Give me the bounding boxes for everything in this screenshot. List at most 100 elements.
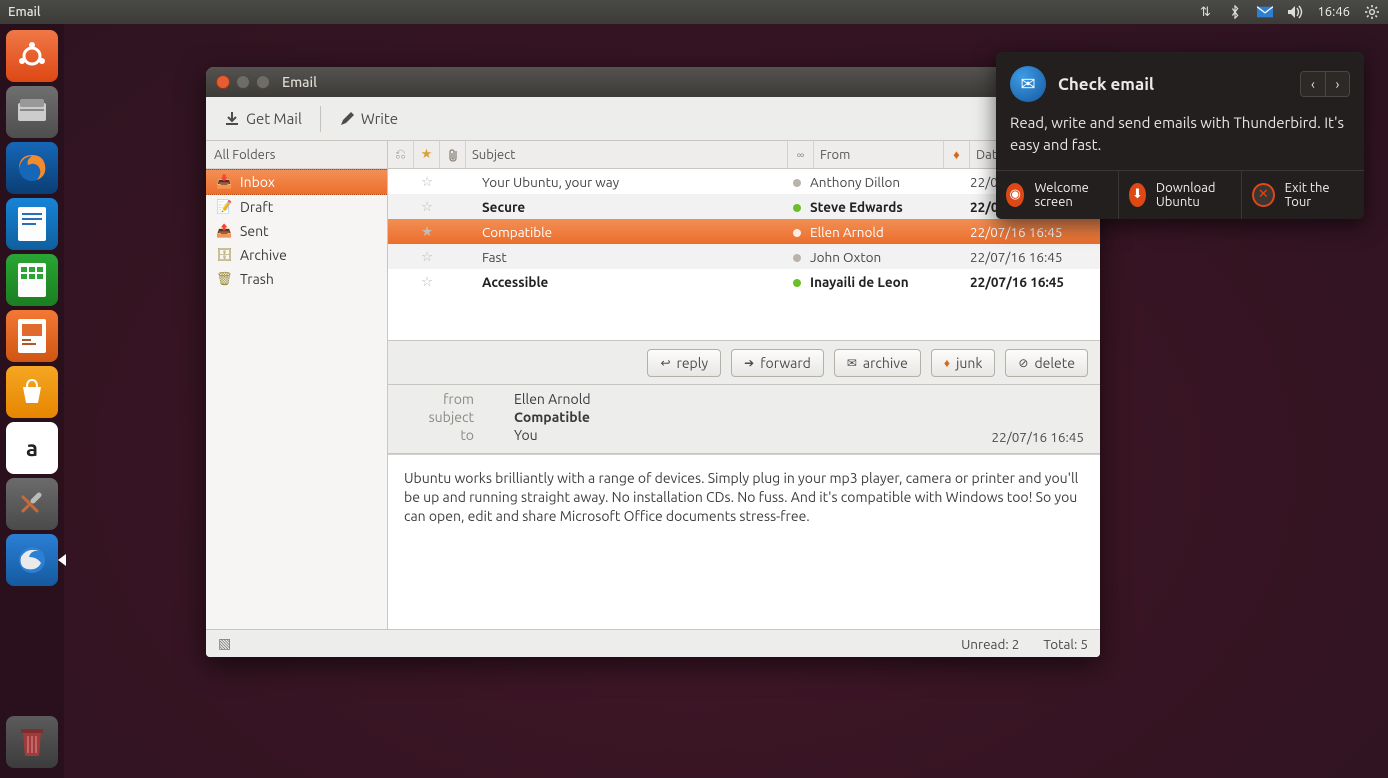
- preview-pane: fromEllen Arnold subjectCompatible toYou…: [388, 385, 1100, 629]
- archive-button[interactable]: ✉archive: [834, 349, 921, 377]
- minimize-button[interactable]: [236, 75, 250, 89]
- folder-icon: 📥: [216, 175, 232, 190]
- action-bar: ↩reply ➔forward ✉archive ♦junk ⊘delete: [388, 341, 1100, 385]
- firefox-icon[interactable]: [6, 142, 58, 194]
- star-col-icon[interactable]: ★: [414, 141, 440, 168]
- folder-archive[interactable]: 🗄Archive: [206, 243, 387, 267]
- star-icon[interactable]: ☆: [388, 198, 440, 215]
- volume-icon[interactable]: [1287, 5, 1303, 19]
- system-tray: ⇅ 16:46: [1197, 5, 1380, 20]
- row-subject: Your Ubuntu, your way: [466, 174, 784, 190]
- folder-label: Trash: [240, 271, 274, 287]
- active-indicator-icon: [58, 554, 66, 566]
- folder-label: Sent: [240, 223, 269, 239]
- settings-icon[interactable]: [6, 478, 58, 530]
- mail-indicator-icon[interactable]: [1257, 6, 1273, 18]
- trash-icon[interactable]: [6, 716, 58, 768]
- folder-label: Archive: [240, 247, 287, 263]
- row-subject: Fast: [466, 249, 784, 265]
- row-subject: Secure: [466, 199, 784, 215]
- row-from: Anthony Dillon: [810, 174, 940, 190]
- thunderbird-icon[interactable]: [6, 534, 58, 586]
- files-icon[interactable]: [6, 86, 58, 138]
- thunderbird-badge-icon: ✉: [1010, 66, 1046, 102]
- mail-row[interactable]: ☆Your Ubuntu, your wayAnthony Dillon22/0…: [388, 169, 1100, 194]
- star-icon[interactable]: ☆: [388, 173, 440, 190]
- window-titlebar[interactable]: Email: [206, 67, 1100, 97]
- reply-button[interactable]: ↩reply: [647, 349, 721, 377]
- get-mail-button[interactable]: Get Mail: [218, 104, 308, 133]
- mail-row[interactable]: ★CompatibleEllen Arnold22/07/16 16:45: [388, 219, 1100, 244]
- mail-list[interactable]: ☆ Your Ubuntu, your way Anthony Dillon 22/0…: [388, 169, 1100, 341]
- gear-icon[interactable]: [1364, 5, 1380, 19]
- download-icon: [224, 111, 240, 127]
- archive-icon: ✉: [847, 356, 857, 370]
- toolbar: Get Mail Write: [206, 97, 1100, 141]
- folder-label: Draft: [240, 199, 273, 215]
- presence-icon: [784, 174, 810, 190]
- delete-icon: ⊘: [1018, 356, 1028, 370]
- forward-button[interactable]: ➔forward: [731, 349, 824, 377]
- welcome-screen-button[interactable]: ◉Welcome screen: [996, 171, 1118, 219]
- flag-col-icon[interactable]: ♦: [944, 141, 970, 168]
- from-header[interactable]: From: [814, 141, 944, 168]
- unread-count: Unread: 2: [961, 636, 1019, 652]
- row-from: Inayaili de Leon: [810, 274, 940, 290]
- get-mail-label: Get Mail: [246, 110, 302, 127]
- folders-header: All Folders: [206, 141, 387, 169]
- activity-icon[interactable]: ▧: [218, 635, 231, 652]
- amazon-icon[interactable]: a: [6, 422, 58, 474]
- mail-row[interactable]: ☆SecureSteve Edwards22/07/16 16:45: [388, 194, 1100, 219]
- folder-sent[interactable]: 📤Sent: [206, 219, 387, 243]
- presence-icon: [784, 249, 810, 265]
- junk-button[interactable]: ♦junk: [931, 349, 996, 377]
- tour-popup: ✉ Check email ‹ › Read, write and send e…: [996, 52, 1364, 219]
- preview-to: You: [514, 427, 538, 443]
- network-icon[interactable]: ⇅: [1197, 5, 1213, 20]
- preview-meta: fromEllen Arnold subjectCompatible toYou…: [388, 385, 1100, 454]
- star-icon[interactable]: ★: [388, 223, 440, 240]
- mail-row[interactable]: ☆ Accessible Inayaili de Leon 22/07/16 16:4…: [388, 269, 1100, 294]
- folder-icon: 🗑: [216, 272, 232, 287]
- exit-circle-icon: ✕: [1252, 183, 1275, 207]
- email-window: Email Get Mail Write All Folders 📥Inbox📝…: [206, 67, 1100, 657]
- impress-icon[interactable]: [6, 310, 58, 362]
- row-date: 22/07/16 16:45: [970, 274, 1100, 290]
- presence-icon: [784, 199, 810, 215]
- write-button[interactable]: Write: [333, 104, 404, 133]
- folder-draft[interactable]: 📝Draft: [206, 195, 387, 219]
- folder-pane: All Folders 📥Inbox📝Draft📤Sent🗄Archive 🗑 Tr…: [206, 141, 388, 629]
- tour-prev-button[interactable]: ‹: [1301, 72, 1325, 96]
- clock[interactable]: 16:46: [1317, 5, 1350, 19]
- total-count: Total: 5: [1043, 636, 1088, 652]
- tour-nav: ‹ ›: [1300, 71, 1350, 97]
- download-ubuntu-button[interactable]: ⬇Download Ubuntu: [1118, 171, 1241, 219]
- row-subject: Compatible: [466, 224, 784, 240]
- thread-col-icon[interactable]: ⎌: [388, 141, 414, 168]
- star-icon[interactable]: ☆: [388, 273, 440, 290]
- link-col-icon[interactable]: ∞: [788, 141, 814, 168]
- star-icon[interactable]: ☆: [388, 248, 440, 265]
- preview-body[interactable]: Ubuntu works brilliantly with a range of…: [388, 454, 1100, 629]
- bluetooth-icon[interactable]: [1227, 5, 1243, 19]
- exit-tour-button[interactable]: ✕Exit the Tour: [1241, 171, 1364, 219]
- dash-icon[interactable]: [6, 30, 58, 82]
- calc-icon[interactable]: [6, 254, 58, 306]
- row-from: Steve Edwards: [810, 199, 940, 215]
- software-center-icon[interactable]: [6, 366, 58, 418]
- row-from: Ellen Arnold: [810, 224, 940, 240]
- tour-next-button[interactable]: ›: [1325, 72, 1349, 96]
- folder-trash[interactable]: 🗑 Trash: [206, 267, 387, 291]
- preview-date: 22/07/16 16:45: [992, 429, 1085, 445]
- delete-button[interactable]: ⊘delete: [1005, 349, 1088, 377]
- mail-row[interactable]: ☆FastJohn Oxton22/07/16 16:45: [388, 244, 1100, 269]
- preview-subject: Compatible: [514, 409, 590, 425]
- maximize-button[interactable]: [256, 75, 270, 89]
- folder-inbox[interactable]: 📥Inbox: [206, 169, 387, 195]
- attach-col-icon[interactable]: [440, 141, 466, 168]
- close-button[interactable]: [216, 75, 230, 89]
- writer-icon[interactable]: [6, 198, 58, 250]
- row-subject: Accessible: [466, 274, 784, 290]
- download-circle-icon: ⬇: [1129, 183, 1146, 207]
- subject-header[interactable]: Subject: [466, 141, 788, 168]
